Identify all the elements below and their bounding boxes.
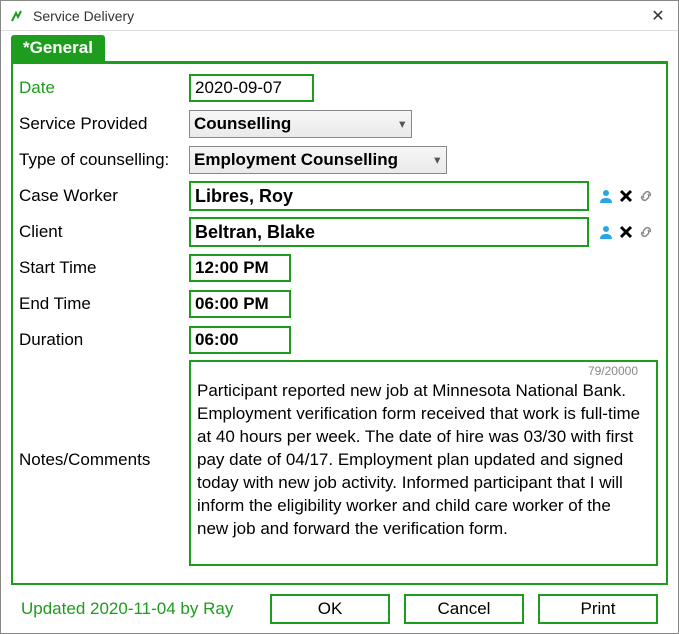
char-count: 79/20000: [588, 364, 638, 378]
clear-person-icon[interactable]: [617, 187, 635, 205]
tabbar: *General: [11, 35, 668, 61]
chevron-down-icon: ▾: [399, 118, 405, 131]
label-notes: Notes/Comments: [17, 360, 189, 566]
chevron-down-icon: ▾: [434, 154, 440, 167]
end-time-input[interactable]: [189, 290, 291, 318]
type-counselling-value: Employment Counselling: [194, 150, 398, 170]
person-icon[interactable]: [597, 187, 615, 205]
window-title: Service Delivery: [33, 8, 646, 24]
service-provided-select[interactable]: Counselling ▾: [189, 110, 412, 138]
type-counselling-select[interactable]: Employment Counselling ▾: [189, 146, 447, 174]
label-date: Date: [17, 78, 189, 98]
app-icon: [9, 8, 25, 24]
form-panel: Date Service Provided Counselling ▾: [11, 61, 668, 585]
notes-text: Participant reported new job at Minnesot…: [191, 362, 656, 547]
case-worker-input[interactable]: [189, 181, 589, 211]
link-icon[interactable]: [637, 223, 655, 241]
label-case-worker: Case Worker: [17, 186, 189, 206]
titlebar: Service Delivery ✕: [1, 1, 678, 31]
label-duration: Duration: [17, 330, 189, 350]
footer-bar: Updated 2020-11-04 by Ray OK Cancel Prin…: [11, 585, 668, 633]
notes-textarea[interactable]: 79/20000 Participant reported new job at…: [189, 360, 658, 566]
label-end-time: End Time: [17, 294, 189, 314]
tab-general[interactable]: *General: [11, 35, 105, 61]
label-type-counselling: Type of counselling:: [17, 150, 189, 170]
client-input[interactable]: [189, 217, 589, 247]
duration-input[interactable]: [189, 326, 291, 354]
label-service-provided: Service Provided: [17, 114, 189, 134]
start-time-input[interactable]: [189, 254, 291, 282]
status-text: Updated 2020-11-04 by Ray: [21, 599, 256, 619]
date-input[interactable]: [189, 74, 314, 102]
clear-person-icon[interactable]: [617, 223, 635, 241]
link-icon[interactable]: [637, 187, 655, 205]
print-button[interactable]: Print: [538, 594, 658, 624]
cancel-button[interactable]: Cancel: [404, 594, 524, 624]
service-provided-value: Counselling: [194, 114, 291, 134]
person-icon[interactable]: [597, 223, 615, 241]
service-delivery-window: Service Delivery ✕ *General Date Service…: [0, 0, 679, 634]
content-area: *General Date Service Provided Counselli…: [1, 31, 678, 633]
label-start-time: Start Time: [17, 258, 189, 278]
ok-button[interactable]: OK: [270, 594, 390, 624]
label-client: Client: [17, 222, 189, 242]
close-icon[interactable]: ✕: [646, 4, 670, 28]
